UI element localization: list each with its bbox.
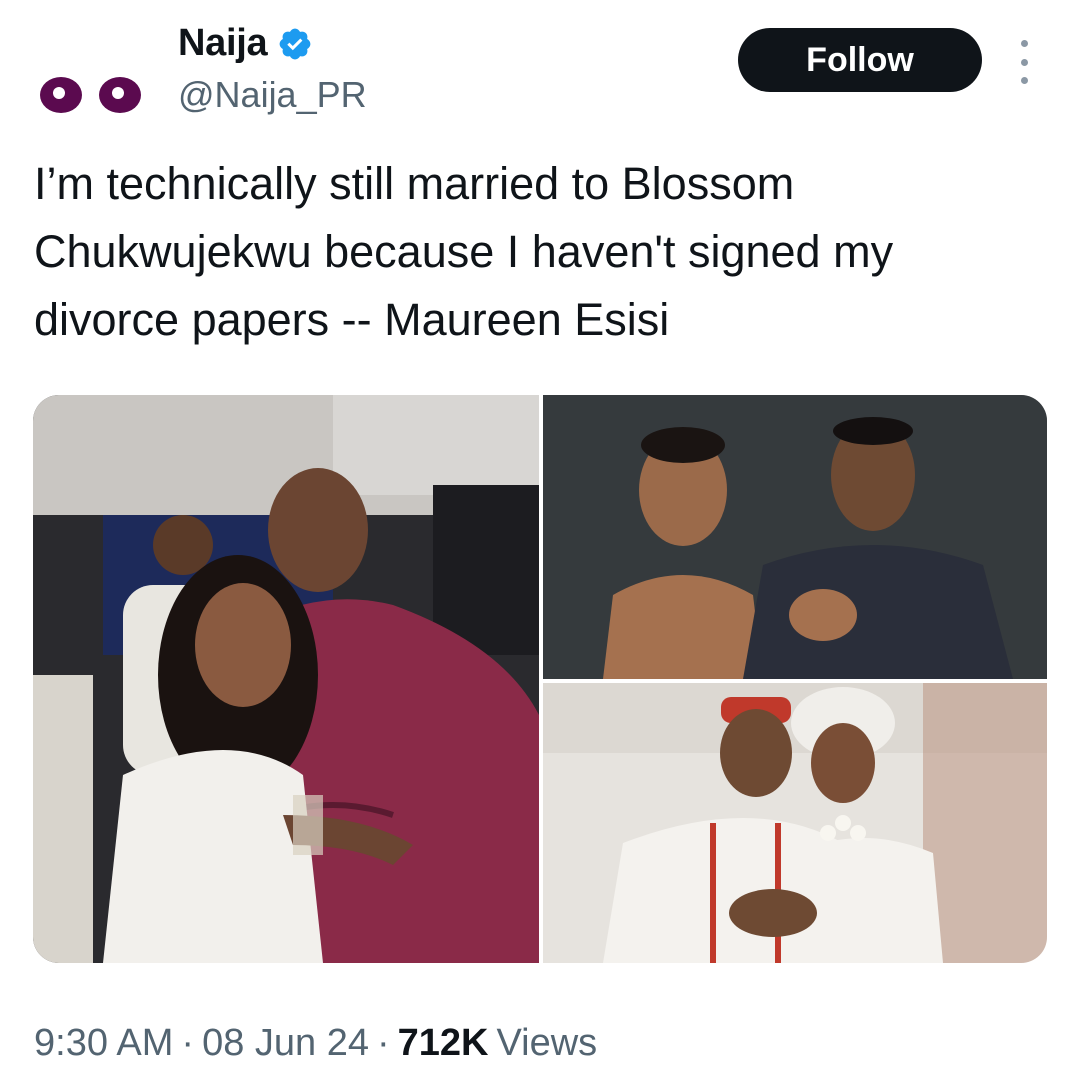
tweet-time[interactable]: 9:30 AM [34, 1022, 173, 1065]
tweet-date[interactable]: 08 Jun 24 [202, 1022, 369, 1065]
more-vertical-icon[interactable] [1010, 40, 1038, 84]
follow-button[interactable]: Follow [738, 28, 982, 92]
eyes-icon [40, 77, 141, 113]
author-name-row: Naija [178, 22, 313, 65]
photo-couple-portrait[interactable] [543, 395, 1047, 679]
meta-separator: · [181, 1022, 195, 1064]
tweet-card: Naija @Naija_PR Follow I’m technically s… [0, 0, 1080, 1086]
photo-couple-wedding[interactable] [543, 683, 1047, 963]
tweet-meta: 9:30 AM · 08 Jun 24 · 712K Views [34, 1022, 597, 1065]
author-handle[interactable]: @Naija_PR [178, 74, 367, 116]
tweet-text: I’m technically still married to Blossom… [34, 158, 894, 345]
verified-badge-icon[interactable] [277, 26, 313, 62]
author-display-name[interactable]: Naija [178, 22, 268, 65]
views-label[interactable]: Views [497, 1022, 598, 1065]
media-grid [33, 395, 1047, 963]
meta-separator: · [377, 1022, 390, 1064]
avatar[interactable] [34, 62, 144, 132]
photo-couple-party[interactable] [33, 395, 539, 963]
views-count[interactable]: 712K [398, 1022, 489, 1065]
